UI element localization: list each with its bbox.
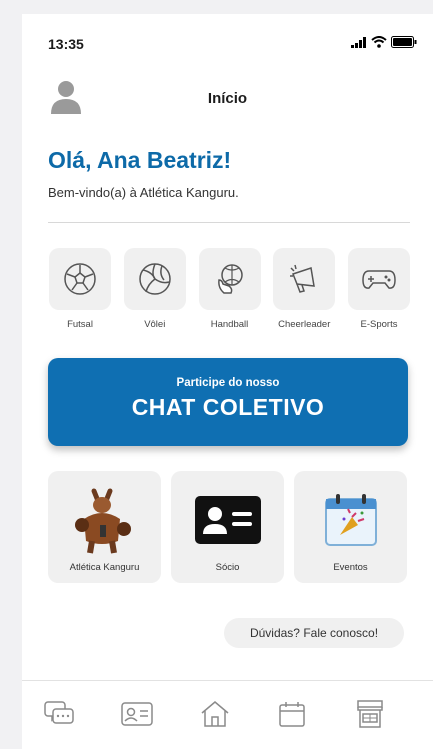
member-card-icon <box>121 702 153 726</box>
sport-volei[interactable]: Vôlei <box>123 248 187 330</box>
battery-icon <box>391 36 417 48</box>
sport-label: Futsal <box>67 319 93 330</box>
status-time: 13:35 <box>48 36 84 52</box>
page-title: Início <box>207 90 248 107</box>
tab-home[interactable] <box>198 698 232 730</box>
store-icon <box>357 700 383 728</box>
card-label: Atlética Kanguru <box>69 562 140 573</box>
phone-screen: 13:35 Início Olá, Ana Beatriz! Bem-vindo… <box>22 14 433 749</box>
calendar-party-icon <box>324 494 377 546</box>
card-label: Eventos <box>333 562 368 573</box>
tab-calendar[interactable] <box>275 698 309 730</box>
status-icons <box>351 36 417 48</box>
sport-tile[interactable] <box>348 248 410 310</box>
welcome-text: Bem-vindo(a) à Atlética Kanguru. <box>48 185 239 200</box>
sport-esports[interactable]: E-Sports <box>347 248 411 330</box>
sport-tile[interactable] <box>198 248 261 310</box>
card-socio[interactable]: Sócio <box>171 471 284 583</box>
tabbar-divider <box>22 680 433 681</box>
home-icon <box>201 701 228 727</box>
card-label: Sócio <box>215 562 240 573</box>
chat-title: CHAT COLETIVO <box>131 394 325 420</box>
soccer-ball-icon <box>64 263 96 295</box>
calendar-icon <box>279 702 305 727</box>
divider <box>48 222 410 223</box>
signal-icon <box>351 36 366 48</box>
sport-label: Handball <box>210 319 249 330</box>
gamepad-icon <box>362 270 396 289</box>
handball-icon <box>217 264 243 294</box>
sports-row: Futsal Vôlei Handball Cheerleader E-Spor… <box>48 248 411 330</box>
bottom-tabbar <box>42 698 387 730</box>
chat-icon <box>44 701 74 724</box>
chat-subtitle: Participe do nosso <box>176 377 280 389</box>
id-card-icon <box>194 496 261 544</box>
tab-member-card[interactable] <box>120 698 154 730</box>
volleyball-icon <box>139 263 171 295</box>
chat-coletivo-button[interactable]: Participe do nosso CHAT COLETIVO <box>48 358 408 446</box>
sport-futsal[interactable]: Futsal <box>48 248 112 330</box>
sport-handball[interactable]: Handball <box>198 248 262 330</box>
sport-label: Vôlei <box>144 319 166 330</box>
sport-tile[interactable] <box>123 248 186 310</box>
help-contact-button[interactable]: Dúvidas? Fale conosco! <box>224 618 404 648</box>
sport-label: Cheerleader <box>278 319 331 330</box>
wifi-icon <box>371 36 387 48</box>
greeting-title: Olá, Ana Beatriz! <box>48 147 232 173</box>
card-atletica[interactable]: Atlética Kanguru <box>48 471 161 583</box>
cards-row: Atlética Kanguru Sócio Eventos <box>48 471 407 583</box>
tab-chat[interactable] <box>42 698 76 730</box>
sport-tile[interactable] <box>273 248 336 310</box>
kangaroo-mascot-icon <box>74 488 131 554</box>
sport-label: E-Sports <box>360 319 398 330</box>
card-eventos[interactable]: Eventos <box>294 471 407 583</box>
sport-cheerleader[interactable]: Cheerleader <box>272 248 336 330</box>
sport-tile[interactable] <box>49 248 111 310</box>
megaphone-icon <box>290 264 316 293</box>
tab-store[interactable] <box>353 698 387 730</box>
